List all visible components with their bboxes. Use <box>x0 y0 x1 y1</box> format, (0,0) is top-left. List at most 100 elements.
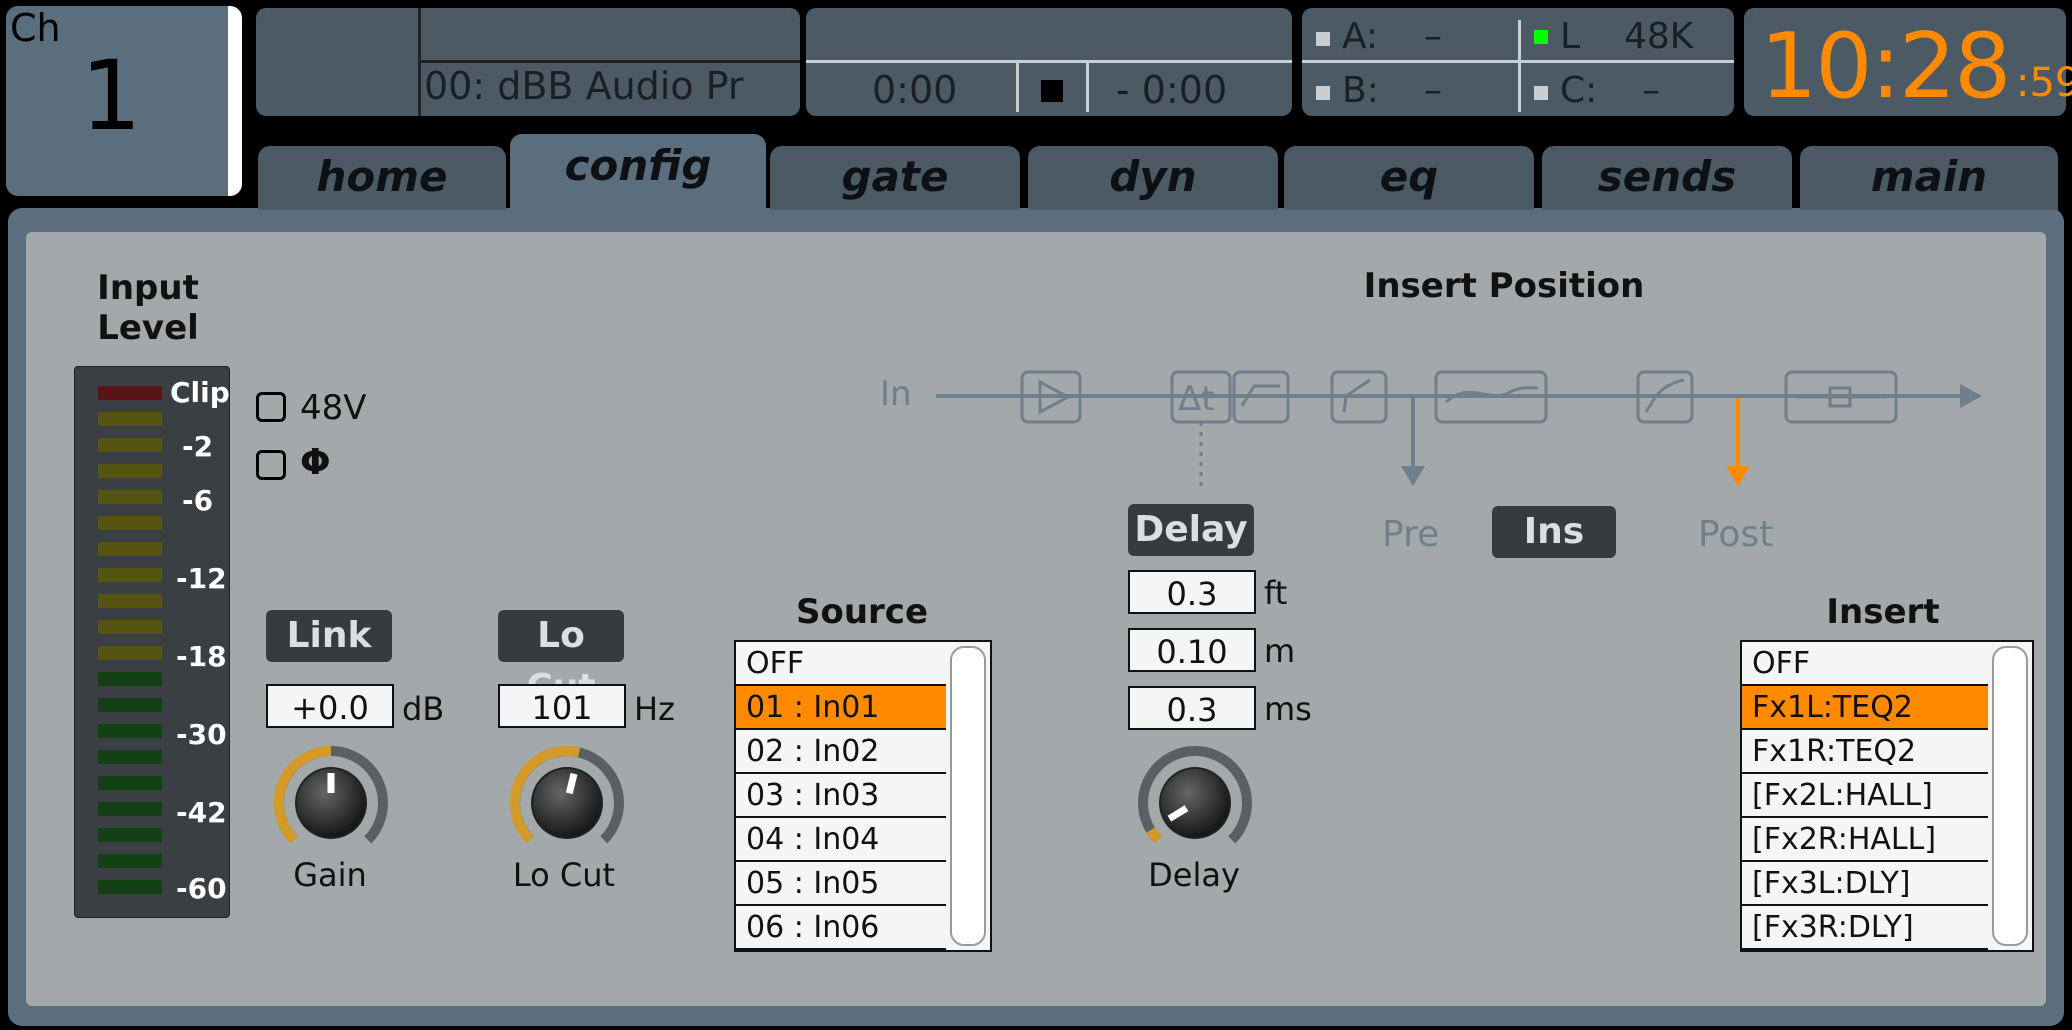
phase-invert-label: Φ <box>300 442 331 483</box>
lo-cut-knob-face <box>533 769 601 837</box>
tab-eq[interactable]: eq <box>1284 146 1534 210</box>
insert-list-item[interactable]: OFF <box>1742 642 1988 686</box>
signal-arrow-icon <box>1960 384 1982 408</box>
delay-knob[interactable] <box>1134 742 1256 864</box>
a-indicator-icon <box>1316 32 1330 46</box>
meter-segment <box>98 620 162 634</box>
meter-label: -6 <box>182 484 214 517</box>
signal-flow-diagram: Δt <box>936 370 1982 488</box>
insert-list-item[interactable]: [Fx3L:DLY] <box>1742 862 1988 906</box>
link-button[interactable]: Link <box>266 610 392 662</box>
delay-ft-unit: ft <box>1264 574 1288 612</box>
tab-gate[interactable]: gate <box>770 146 1020 210</box>
tab-config[interactable]: config <box>510 134 766 214</box>
meter-segment <box>98 386 162 400</box>
delay-knob-arc <box>1146 827 1162 844</box>
clock-time: 10:28 <box>1760 14 2011 119</box>
l-indicator-icon <box>1534 30 1548 44</box>
source-scrollbar-thumb[interactable] <box>950 646 986 946</box>
source-list-item[interactable]: 01 : In01 <box>736 686 946 730</box>
delay-ms-field[interactable]: 0.3 <box>1128 686 1256 730</box>
post-arrow-icon <box>1726 466 1750 486</box>
insert-list-item[interactable]: Fx1R:TEQ2 <box>1742 730 1988 774</box>
clock-seconds: :59 <box>2016 60 2072 106</box>
tab-main[interactable]: main <box>1800 146 2058 210</box>
meter-label: -60 <box>176 872 227 905</box>
meter-segment <box>98 568 162 582</box>
c-value: – <box>1642 70 1660 111</box>
lo-cut-knob-label: Lo Cut <box>512 856 616 894</box>
gain-value-field[interactable]: +0.0 <box>266 684 394 728</box>
input-level-title-line1: Input <box>97 268 199 308</box>
tab-home[interactable]: home <box>258 146 506 210</box>
lo-cut-knob-pointer <box>565 772 578 795</box>
pre-label[interactable]: Pre <box>1382 514 1439 555</box>
stop-icon[interactable] <box>1041 80 1063 102</box>
delay-ft-field[interactable]: 0.3 <box>1128 570 1256 614</box>
delay-knob-label: Delay <box>1148 856 1240 894</box>
meter-segment <box>98 594 162 608</box>
delay-button[interactable]: Delay <box>1128 504 1254 556</box>
source-list-item[interactable]: 06 : In06 <box>736 906 946 950</box>
source-list[interactable]: OFF 01 : In01 02 : In02 03 : In03 04 : In04 0… <box>734 640 992 952</box>
tab-sends[interactable]: sends <box>1542 146 1792 210</box>
meter-segment <box>98 724 162 738</box>
phantom-power-checkbox[interactable] <box>256 392 286 422</box>
io-divider-horizontal <box>1302 60 1734 63</box>
meter-segment <box>98 412 162 426</box>
meter-segment <box>98 646 162 660</box>
source-list-item[interactable]: OFF <box>736 642 946 686</box>
phase-invert-checkbox[interactable] <box>256 450 286 480</box>
delay-knob-face <box>1161 769 1229 837</box>
c-indicator-icon <box>1534 86 1548 100</box>
input-level-title-line2: Level <box>97 308 199 348</box>
gain-knob[interactable] <box>270 742 392 864</box>
l-label: L <box>1560 16 1581 57</box>
insert-list-item[interactable]: [Fx2L:HALL] <box>1742 774 1988 818</box>
lo-cut-knob[interactable] <box>506 742 628 864</box>
meter-label-clip: Clip <box>170 376 230 409</box>
meter-segment <box>98 516 162 530</box>
a-value: – <box>1424 16 1442 57</box>
insert-list-item[interactable]: [Fx3R:DLY] <box>1742 906 1988 950</box>
insert-list-item[interactable]: Fx1L:TEQ2 <box>1742 686 1988 730</box>
insert-title: Insert <box>1826 592 1940 632</box>
phantom-power-label: 48V <box>300 388 367 428</box>
scene-name: 00: dBB Audio Pr <box>424 64 744 108</box>
delay-m-field[interactable]: 0.10 <box>1128 628 1256 672</box>
insert-list-item[interactable]: [Fx2R:HALL] <box>1742 818 1988 862</box>
io-divider-vertical <box>1518 20 1521 112</box>
source-list-item[interactable]: 02 : In02 <box>736 730 946 774</box>
source-list-item[interactable]: 05 : In05 <box>736 862 946 906</box>
meter-label: -2 <box>182 430 214 463</box>
insert-scrollbar-thumb[interactable] <box>1992 646 2028 946</box>
lo-cut-button[interactable]: Lo Cut <box>498 610 624 708</box>
meter-segment <box>98 672 162 686</box>
meter-segment <box>98 802 162 816</box>
insert-position-title: Insert Position <box>1363 266 1645 306</box>
ins-button[interactable]: Ins <box>1492 506 1616 558</box>
delay-m-unit: m <box>1264 632 1296 670</box>
post-label[interactable]: Post <box>1698 514 1773 555</box>
sample-rate: 48K <box>1624 16 1694 57</box>
source-list-item[interactable]: 04 : In04 <box>736 818 946 862</box>
playback-divider <box>806 60 1292 63</box>
meter-segment <box>98 776 162 790</box>
channel-number: 1 <box>80 40 142 152</box>
delay-ms-unit: ms <box>1264 690 1312 728</box>
gain-unit: dB <box>402 690 445 728</box>
a-label: A: <box>1342 16 1379 57</box>
insert-list[interactable]: OFF Fx1L:TEQ2 Fx1R:TEQ2 [Fx2L:HALL] [Fx2R:HA… <box>1740 640 2034 952</box>
time-elapsed: 0:00 <box>872 68 958 112</box>
source-list-item[interactable]: 03 : In03 <box>736 774 946 818</box>
meter-segment <box>98 438 162 452</box>
b-label: B: <box>1342 70 1379 111</box>
meter-segment <box>98 698 162 712</box>
meter-segment <box>98 750 162 764</box>
source-title: Source <box>795 592 929 632</box>
b-indicator-icon <box>1316 86 1330 100</box>
lo-cut-value-field[interactable]: 101 <box>498 684 626 728</box>
meter-label: -18 <box>176 640 227 673</box>
delta-t-icon: Δt <box>1178 379 1215 419</box>
tab-dyn[interactable]: dyn <box>1028 146 1278 210</box>
